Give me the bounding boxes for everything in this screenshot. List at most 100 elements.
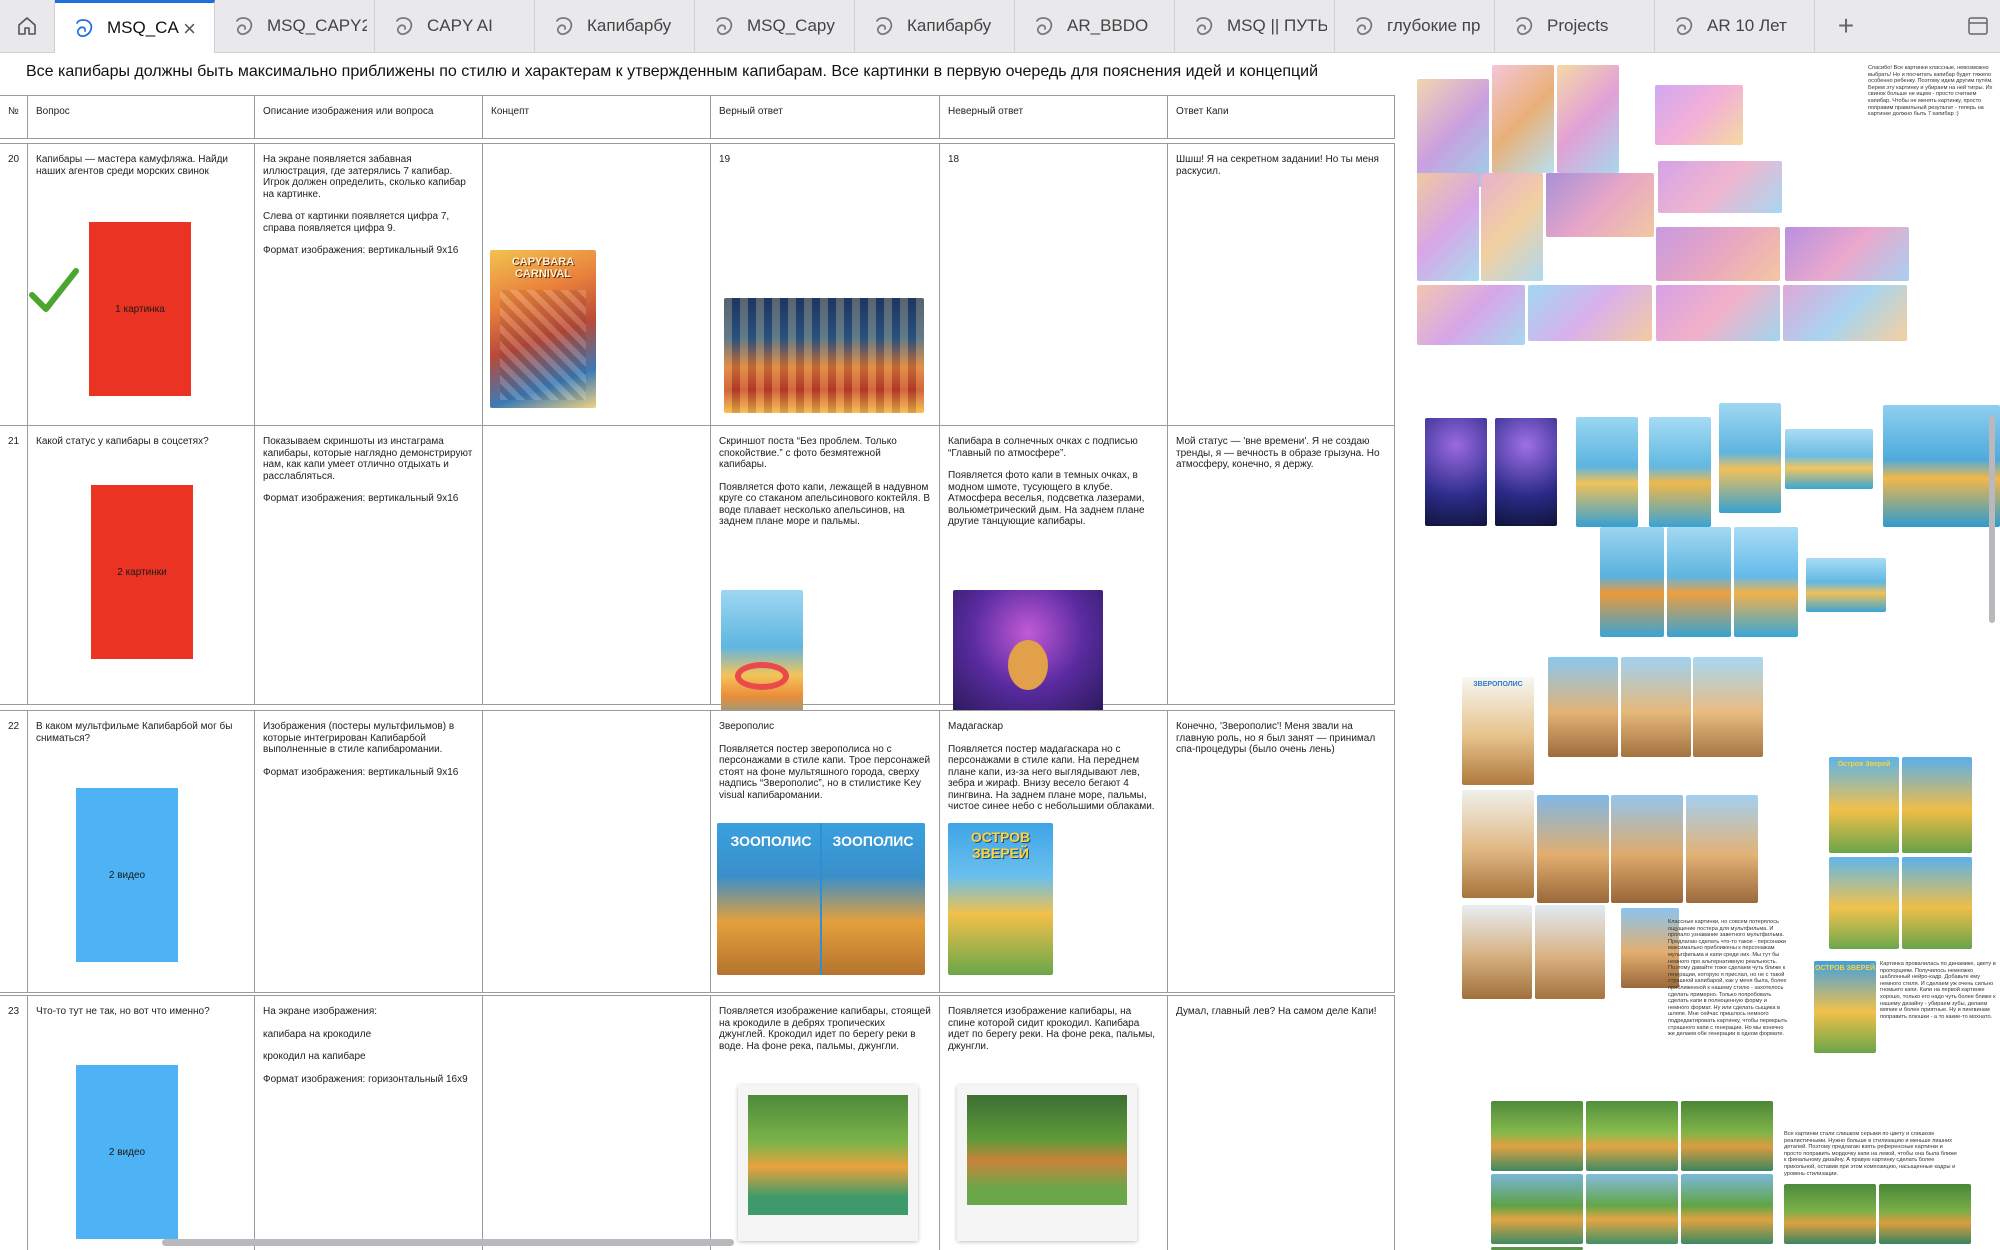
reference-image[interactable]: Остров Зверей xyxy=(1829,757,1899,853)
new-tab-button[interactable]: + xyxy=(1823,0,1869,52)
description-line: Формат изображения: вертикальный 9x16 xyxy=(263,493,459,504)
wrong-answer: 18 xyxy=(948,154,960,165)
reference-image[interactable] xyxy=(1491,1101,1583,1171)
tab-2[interactable]: MSQ_CAPY2 xyxy=(215,0,375,52)
reference-image[interactable] xyxy=(1417,173,1479,281)
reference-image[interactable] xyxy=(1528,285,1652,341)
sidebar-toggle-button[interactable] xyxy=(1955,0,2000,52)
tab-label: MSQ_Capy xyxy=(747,16,835,35)
reference-image[interactable] xyxy=(1611,795,1683,903)
reference-image[interactable] xyxy=(1600,527,1664,637)
board-canvas[interactable]: Все капибары должны быть максимально при… xyxy=(0,53,2000,1250)
board-icon xyxy=(556,17,573,35)
reference-image[interactable] xyxy=(1481,173,1543,281)
concept-image[interactable]: CAPYBARA CARNIVAL xyxy=(490,250,596,408)
header-kapi: Ответ Капи xyxy=(1167,95,1395,139)
reference-image[interactable] xyxy=(1425,418,1487,526)
reference-image[interactable] xyxy=(1649,417,1711,527)
board-icon xyxy=(396,17,413,35)
reference-image[interactable] xyxy=(1656,227,1780,281)
reference-image[interactable] xyxy=(1719,403,1781,513)
reference-image[interactable]: ОСТРОВ ЗВЕРЕЙ xyxy=(1814,961,1876,1053)
tab-1[interactable]: MSQ_CA × xyxy=(55,0,215,53)
reference-image[interactable] xyxy=(1681,1101,1773,1171)
correct-answer-detail: Появляется постер зверополиса но с персо… xyxy=(719,743,933,801)
feedback-note: Все картинки стали слишком серыми по цве… xyxy=(1784,1131,1957,1177)
reference-image[interactable] xyxy=(1537,795,1609,903)
horizontal-scrollbar[interactable] xyxy=(162,1239,734,1246)
reference-image[interactable] xyxy=(1492,65,1554,173)
reference-image[interactable] xyxy=(1557,65,1619,173)
tab-10[interactable]: Projects xyxy=(1495,0,1655,52)
reference-image[interactable] xyxy=(1783,285,1907,341)
board-icon xyxy=(1356,17,1373,35)
reference-image[interactable] xyxy=(1681,1174,1773,1244)
reference-image[interactable] xyxy=(1462,905,1532,999)
correct-answer: Появляется изображение капибары, стоящей… xyxy=(719,1006,934,1052)
media-placeholder[interactable]: 2 видео xyxy=(76,1065,178,1239)
header-correct: Верный ответ xyxy=(710,95,940,139)
reference-image[interactable] xyxy=(1902,757,1972,853)
reference-image[interactable] xyxy=(1656,285,1780,341)
tab-11[interactable]: AR 10 Лет xyxy=(1655,0,1815,52)
reference-image[interactable] xyxy=(1586,1101,1678,1171)
reference-image[interactable] xyxy=(1586,1174,1678,1244)
tab-5[interactable]: MSQ_Capy xyxy=(695,0,855,52)
home-tab[interactable] xyxy=(0,0,55,52)
vertical-scrollbar[interactable] xyxy=(1989,415,1995,623)
correct-answer-image[interactable] xyxy=(724,298,924,413)
tab-7[interactable]: AR_BBDO xyxy=(1015,0,1175,52)
reference-image[interactable] xyxy=(1902,857,1972,949)
media-placeholder[interactable]: 2 картинки xyxy=(91,485,193,659)
correct-answer: Зверополис xyxy=(719,721,775,732)
reference-image[interactable] xyxy=(1734,527,1798,637)
reference-image[interactable] xyxy=(1621,657,1691,757)
reference-image[interactable] xyxy=(1491,1174,1583,1244)
reference-image[interactable] xyxy=(1693,657,1763,757)
row-21-kapi: Мой статус — 'вне времени'. Я не создаю … xyxy=(1167,425,1395,705)
reference-image[interactable] xyxy=(1785,227,1909,281)
wrong-answer-image[interactable] xyxy=(957,1085,1137,1241)
description-line: капибара на крокодиле xyxy=(263,1028,372,1040)
poster-title: ЗВЕРОПОЛИС xyxy=(1473,681,1523,688)
reference-image[interactable] xyxy=(1784,1184,1876,1244)
board-icon xyxy=(1036,17,1053,35)
tab-8[interactable]: MSQ || ПУТЬ xyxy=(1175,0,1335,52)
reference-image[interactable] xyxy=(1546,173,1654,237)
header-num: № xyxy=(0,95,28,139)
tab-9[interactable]: глубокие пр xyxy=(1335,0,1495,52)
reference-image[interactable] xyxy=(1576,417,1638,527)
reference-image[interactable] xyxy=(1829,857,1899,949)
reference-image[interactable] xyxy=(1417,79,1489,187)
correct-answer-image[interactable] xyxy=(738,1085,918,1241)
reference-image[interactable] xyxy=(1462,790,1534,898)
reference-image[interactable] xyxy=(1655,85,1743,145)
reference-image[interactable] xyxy=(1785,429,1873,489)
media-placeholder[interactable]: 1 картинка xyxy=(89,222,191,396)
reference-image[interactable] xyxy=(1883,405,2000,527)
tab-6[interactable]: Капибарбу xyxy=(855,0,1015,52)
question-text: Какой статус у капибары в соцсетях? xyxy=(36,436,209,447)
tab-3[interactable]: CAPY AI xyxy=(375,0,535,52)
reference-image[interactable] xyxy=(1879,1184,1971,1244)
media-placeholder[interactable]: 2 видео xyxy=(76,788,178,962)
row-22-kapi: Конечно, 'Зверополис'! Меня звали на гла… xyxy=(1167,710,1395,993)
row-22-description: Изображения (постеры мультфильмов) в кот… xyxy=(254,710,483,993)
reference-image[interactable] xyxy=(1667,527,1731,637)
reference-image[interactable] xyxy=(1548,657,1618,757)
correct-answer-image[interactable]: ЗООПОЛИС ЗООПОЛИС xyxy=(717,823,925,975)
tab-4[interactable]: Капибарбу xyxy=(535,0,695,52)
reference-image[interactable] xyxy=(1806,558,1886,612)
correct-answer: Скриншот поста “Без проблем. Только спок… xyxy=(719,436,900,470)
tab-label: Projects xyxy=(1547,16,1609,35)
reference-image[interactable] xyxy=(1535,905,1605,999)
reference-image[interactable] xyxy=(1686,795,1758,903)
close-tab-icon[interactable]: × xyxy=(183,18,196,40)
reference-image[interactable] xyxy=(1658,161,1782,213)
wrong-answer-image[interactable]: ОСТРОВ ЗВЕРЕЙ xyxy=(948,823,1053,975)
reference-image[interactable] xyxy=(1495,418,1557,526)
reference-image[interactable]: ЗВЕРОПОЛИС xyxy=(1462,677,1534,785)
row-23-num: 23 xyxy=(0,995,28,1250)
question-text: В каком мультфильме Капибарбой мог бы сн… xyxy=(36,721,236,744)
reference-image[interactable] xyxy=(1417,285,1525,345)
